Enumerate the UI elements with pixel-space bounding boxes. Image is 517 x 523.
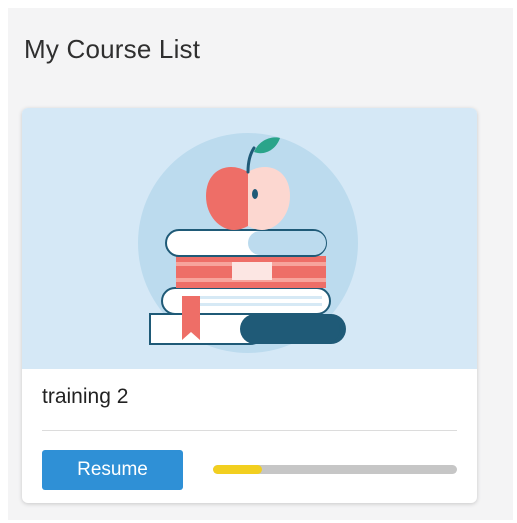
course-progress-fill [213, 465, 262, 474]
course-card[interactable]: training 2 Resume [22, 108, 477, 503]
course-progress-bar [213, 465, 457, 474]
apple-books-icon [138, 133, 358, 353]
course-title[interactable]: training 2 [42, 385, 128, 409]
course-thumbnail[interactable] [22, 108, 477, 369]
resume-button[interactable]: Resume [42, 450, 183, 490]
panel-title: My Course List [24, 34, 201, 64]
card-divider [42, 430, 457, 431]
course-list-panel: My Course List training 2 Resume [8, 8, 513, 520]
